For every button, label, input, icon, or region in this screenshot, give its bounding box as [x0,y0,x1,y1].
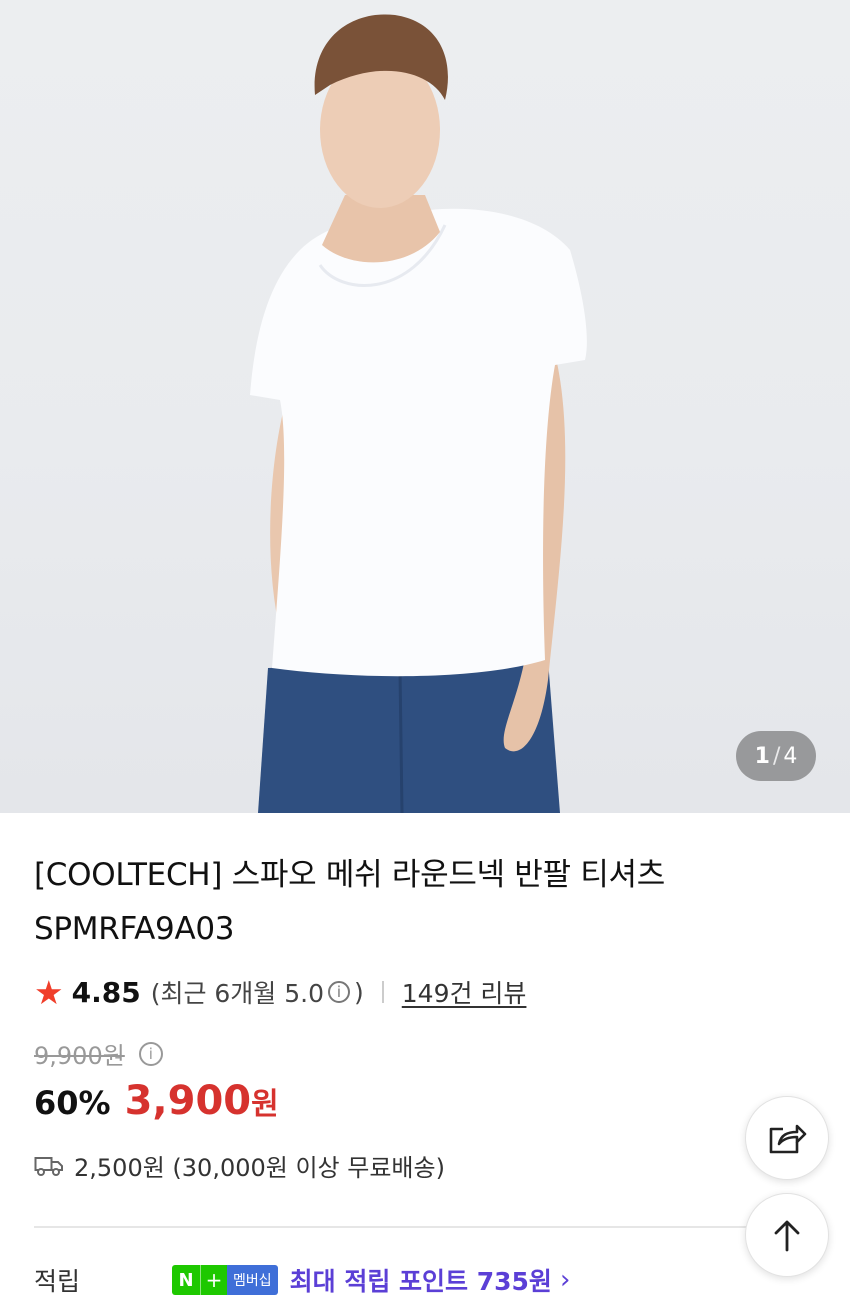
review-count-link[interactable]: 149건 리뷰 [402,974,527,1010]
product-title-line2: SPMRFA9A03 [34,911,235,947]
rating-score: 4.85 [71,975,141,1009]
points-row[interactable]: 적립 N + 멤버십 최대 적립 포인트 735원 › [34,1262,834,1298]
image-pager: 1 / 4 [736,731,816,781]
section-divider [34,1226,750,1228]
naver-n-icon: N [172,1265,200,1295]
product-title-line1: [COOLTECH] 스파오 메쉬 라운드넥 반팔 티셔츠 [34,857,665,893]
points-label: 적립 [34,1267,81,1296]
model-illustration [250,14,587,813]
scroll-top-button[interactable] [745,1193,829,1277]
rating-row: ★ 4.85 (최근 6개월 5.0 i ) 149건 리뷰 [34,970,526,1014]
pager-separator: / [772,743,781,769]
sale-price-row: 60% 3,900 원 [34,1078,279,1124]
truck-icon [34,1156,63,1176]
plus-icon: + [200,1265,227,1295]
recent-rating: (최근 6개월 5.0 i ) [151,974,364,1010]
recent-rating-close: ) [354,977,364,1007]
sale-price: 3,900 [124,1078,252,1124]
arrow-up-icon [774,1220,800,1252]
pager-total: 4 [783,743,798,769]
divider [381,981,384,1003]
recent-rating-text: (최근 6개월 5.0 [150,979,324,1008]
star-icon: ★ [34,972,64,1012]
pager-current: 1 [754,743,770,769]
share-icon [769,1124,807,1154]
sale-price-unit: 원 [251,1087,279,1122]
info-icon[interactable]: i [328,981,350,1003]
shipping-row: 2,500원 (30,000원 이상 무료배송) [34,1148,445,1183]
share-button[interactable] [745,1096,829,1180]
original-price: 9,900원 [34,1042,125,1070]
chevron-right-icon[interactable]: › [560,1265,570,1295]
product-title: [COOLTECH] 스파오 메쉬 라운드넥 반팔 티셔츠 SPMRFA9A03 [34,848,774,956]
naver-membership-badge: N + 멤버십 [172,1265,278,1295]
membership-label: 멤버십 [227,1265,278,1295]
discount-rate: 60% [34,1084,111,1122]
shipping-info: 2,500원 (30,000원 이상 무료배송) [74,1154,445,1182]
product-image[interactable]: 1 / 4 [0,0,850,813]
info-icon[interactable]: i [138,1041,163,1066]
max-points-text[interactable]: 최대 적립 포인트 735원 [290,1262,552,1298]
original-price-row: 9,900원 i [34,1036,167,1071]
